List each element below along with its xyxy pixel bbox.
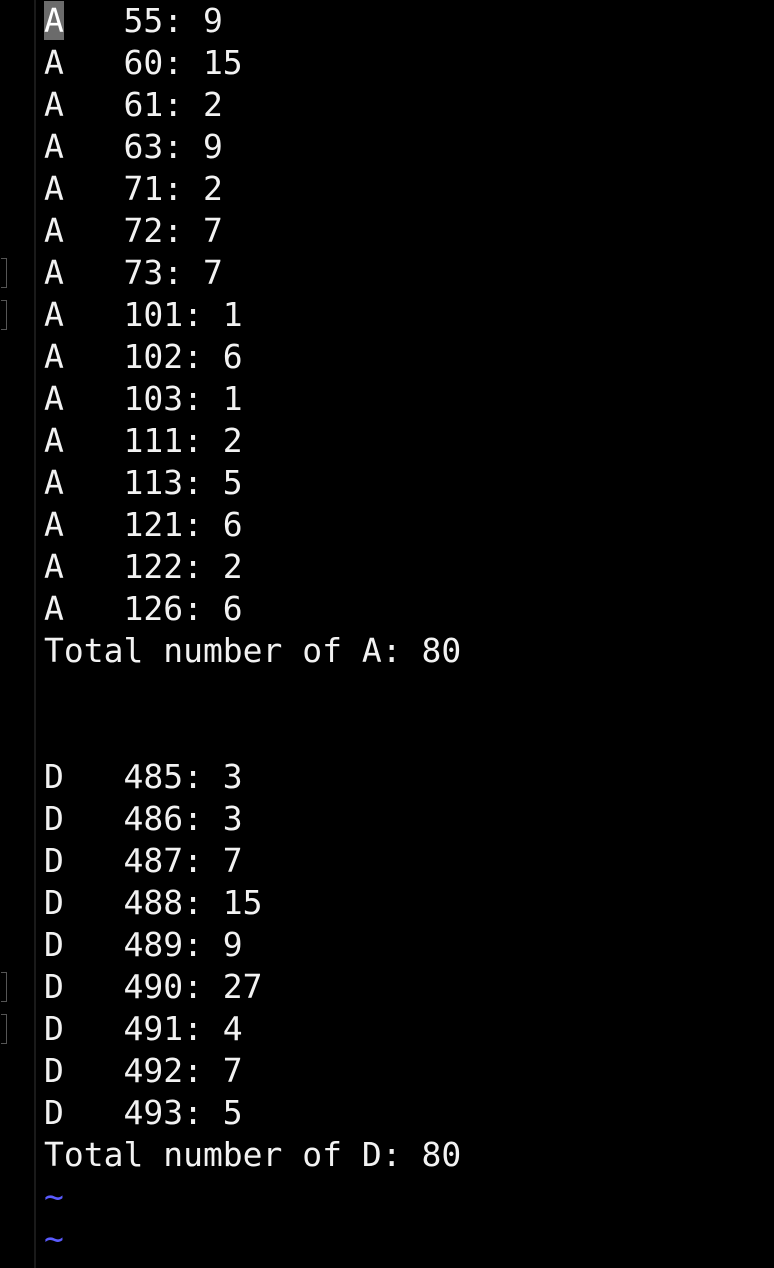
buffer-line-text: 55: 9 xyxy=(63,1,223,40)
empty-line-tilde: ~ xyxy=(44,1219,64,1258)
buffer-line: D 487: 7 xyxy=(44,841,243,880)
buffer-line: A 101: 1 xyxy=(44,295,243,334)
gutter-marker xyxy=(1,258,7,288)
gutter-marker xyxy=(1,300,7,330)
buffer-line: D 493: 5 xyxy=(44,1093,243,1132)
buffer-line: A 103: 1 xyxy=(44,379,243,418)
buffer-line: D 491: 4 xyxy=(44,1009,243,1048)
buffer-line: D 488: 15 xyxy=(44,883,263,922)
buffer-line: A 126: 6 xyxy=(44,589,243,628)
buffer-line: A 73: 7 xyxy=(44,253,223,292)
buffer-line: D 485: 3 xyxy=(44,757,243,796)
buffer-line: D 486: 3 xyxy=(44,799,243,838)
buffer-line: D 490: 27 xyxy=(44,967,263,1006)
text-buffer[interactable]: A 55: 9 A 60: 15 A 61: 2 A 63: 9 A 71: 2… xyxy=(44,0,774,1260)
buffer-line: A 61: 2 xyxy=(44,85,223,124)
buffer-line: A 121: 6 xyxy=(44,505,243,544)
gutter-marker xyxy=(1,1014,7,1044)
buffer-line: A 122: 2 xyxy=(44,547,243,586)
buffer-line: D 489: 9 xyxy=(44,925,243,964)
buffer-line: A 63: 9 xyxy=(44,127,223,166)
buffer-line: A 72: 7 xyxy=(44,211,223,250)
terminal-window[interactable]: A 55: 9 A 60: 15 A 61: 2 A 63: 9 A 71: 2… xyxy=(0,0,774,1268)
buffer-line: A 102: 6 xyxy=(44,337,243,376)
buffer-line: A 111: 2 xyxy=(44,421,243,460)
buffer-line: A 55: 9 xyxy=(44,0,774,42)
empty-line-tilde: ~ xyxy=(44,1177,64,1216)
buffer-line: D 492: 7 xyxy=(44,1051,243,1090)
buffer-line: A 60: 15 xyxy=(44,43,243,82)
buffer-line: A 71: 2 xyxy=(44,169,223,208)
total-line: Total number of A: 80 xyxy=(44,631,462,670)
buffer-line: A 113: 5 xyxy=(44,463,243,502)
text-cursor: A xyxy=(44,1,64,40)
total-line: Total number of D: 80 xyxy=(44,1135,462,1174)
gutter-divider xyxy=(34,0,36,1268)
gutter-marker xyxy=(1,972,7,1002)
